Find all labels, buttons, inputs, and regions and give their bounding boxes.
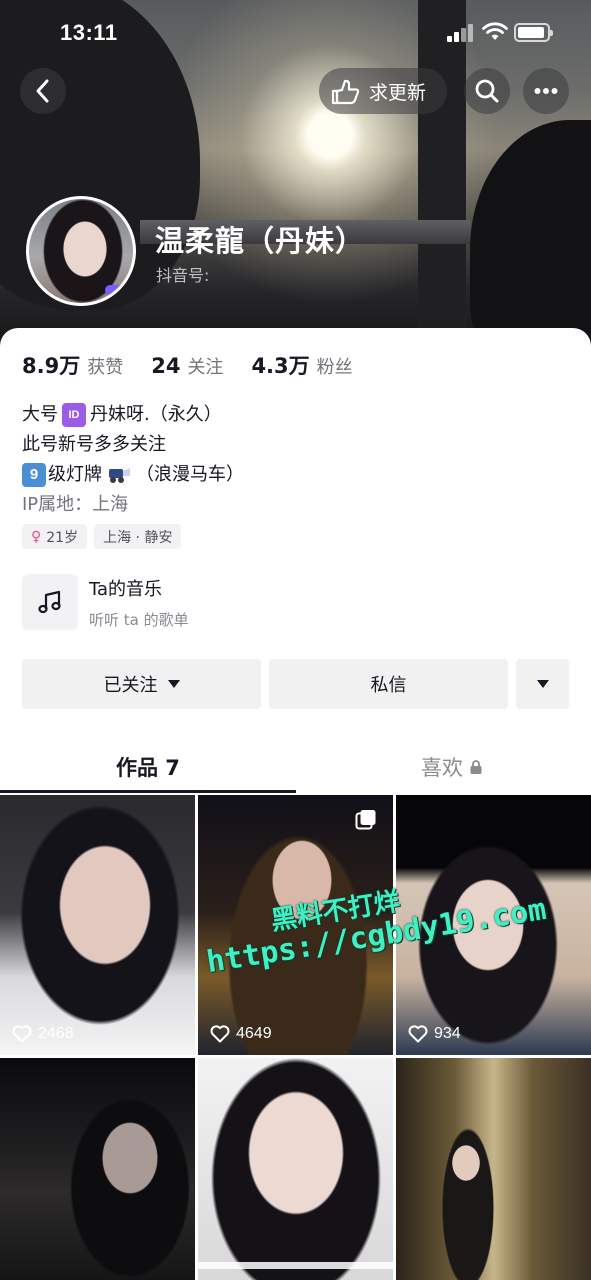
bio-text: 大号 — [22, 404, 58, 425]
request-update-label: 求更新 — [369, 81, 427, 104]
followed-label: 已关注 — [103, 675, 158, 696]
video-likes: 4649 — [210, 1025, 272, 1043]
bio-line-2: 此号新号多多关注 — [22, 430, 244, 460]
request-update-button[interactable]: 求更新 — [319, 68, 447, 114]
stat-value: 24 — [151, 354, 181, 378]
search-button[interactable] — [464, 68, 510, 114]
profile-name: 温柔龍（丹妹） — [155, 224, 366, 258]
douyin-id[interactable]: 抖音号: — [156, 262, 209, 286]
lock-icon — [470, 760, 482, 774]
profile-screen: 13:11 求更新 温柔龍（丹妹） 抖音号: 8.9万 获赞 24 关注 4.3… — [0, 0, 591, 1280]
heart-icon — [210, 1025, 230, 1043]
likes-count: 934 — [434, 1025, 461, 1042]
battery-icon — [514, 23, 553, 42]
caret-down-icon — [536, 680, 549, 688]
avatar[interactable] — [26, 196, 136, 306]
stat-value: 8.9万 — [22, 354, 81, 378]
tab-works[interactable]: 作品 7 — [116, 752, 180, 782]
followed-button[interactable]: 已关注 — [22, 659, 261, 709]
more-options-button[interactable] — [523, 68, 569, 114]
stat-label: 关注 — [187, 357, 224, 378]
id-emoji-icon: ID — [62, 403, 86, 427]
content-tabs: 作品 7 喜欢 — [0, 738, 591, 794]
search-icon — [475, 79, 499, 103]
status-time: 13:11 — [60, 20, 118, 45]
music-subtitle: 听听 ta 的歌单 — [89, 610, 189, 629]
video-likes: 2468 — [12, 1025, 74, 1043]
multi-image-icon — [355, 810, 376, 830]
live-badge-icon — [105, 285, 127, 295]
keycap-nine-emoji-icon: 9 — [22, 463, 46, 487]
poke-hand-icon — [331, 79, 360, 105]
likes-count: 4649 — [236, 1025, 272, 1042]
tab-indicator — [0, 790, 296, 793]
cellular-signal-icon — [447, 24, 473, 42]
age-tag: ♀ 21岁 — [22, 524, 88, 549]
stat-likes[interactable]: 8.9万 获赞 — [22, 350, 123, 380]
status-bar: 13:11 — [0, 0, 591, 66]
age-text: 21岁 — [46, 529, 79, 546]
ip-location: IP属地：上海 — [22, 494, 129, 515]
heart-icon — [12, 1025, 32, 1043]
message-button[interactable]: 私信 — [269, 659, 508, 709]
location-tag: 上海 · 静安 — [94, 524, 182, 549]
back-arrow-icon — [36, 79, 49, 103]
carriage-emoji-icon — [109, 468, 130, 483]
music-note-icon — [38, 590, 61, 614]
profile-tags: ♀ 21岁 上海 · 静安 — [22, 524, 188, 549]
profile-bio: 大号 ID 丹妹呀.（永久） 此号新号多多关注 9 级灯牌 （浪漫马车） IP属… — [22, 400, 244, 520]
video-likes: 934 — [408, 1025, 461, 1043]
location-text: 上海 · 静安 — [103, 529, 173, 546]
back-button[interactable] — [20, 68, 66, 114]
bio-text: （浪漫马车） — [136, 464, 244, 485]
bio-line-1: 大号 ID 丹妹呀.（永久） — [22, 400, 244, 430]
video-thumbnail[interactable] — [396, 1058, 591, 1280]
stats-row: 8.9万 获赞 24 关注 4.3万 粉丝 — [22, 350, 381, 380]
video-thumbnail[interactable] — [198, 1058, 393, 1280]
action-buttons: 已关注 私信 — [22, 659, 569, 709]
video-thumbnail[interactable] — [0, 1058, 195, 1280]
music-title: Ta的音乐 — [89, 578, 163, 600]
wifi-icon — [482, 22, 508, 40]
stat-value: 4.3万 — [251, 354, 310, 378]
bio-line-3: 9 级灯牌 （浪漫马车） — [22, 460, 244, 490]
stat-label: 获赞 — [87, 357, 124, 378]
stat-followers[interactable]: 4.3万 粉丝 — [251, 350, 352, 380]
caret-down-icon — [167, 680, 180, 688]
stat-following[interactable]: 24 关注 — [151, 353, 223, 379]
home-indicator[interactable] — [196, 1262, 396, 1269]
stat-label: 粉丝 — [316, 357, 353, 378]
tab-likes-label: 喜欢 — [421, 756, 463, 780]
tab-likes[interactable]: 喜欢 — [421, 752, 483, 782]
video-grid: 2468 4649 934 — [0, 795, 591, 1280]
bio-text: 此号新号多多关注 — [22, 434, 166, 455]
music-text: Ta的音乐 听听 ta 的歌单 — [89, 575, 189, 630]
more-dots-icon — [534, 88, 558, 94]
bio-text: 丹妹呀.（永久） — [90, 404, 222, 425]
heart-icon — [408, 1025, 428, 1043]
video-thumbnail[interactable]: 2468 — [0, 795, 195, 1055]
female-icon: ♀ — [31, 528, 42, 545]
bio-text: 级灯牌 — [48, 464, 102, 485]
music-entry[interactable]: Ta的音乐 听听 ta 的歌单 — [22, 574, 189, 630]
recommend-dropdown-button[interactable] — [516, 659, 569, 709]
message-label: 私信 — [370, 675, 407, 696]
likes-count: 2468 — [38, 1025, 74, 1042]
music-icon-box — [22, 574, 78, 630]
